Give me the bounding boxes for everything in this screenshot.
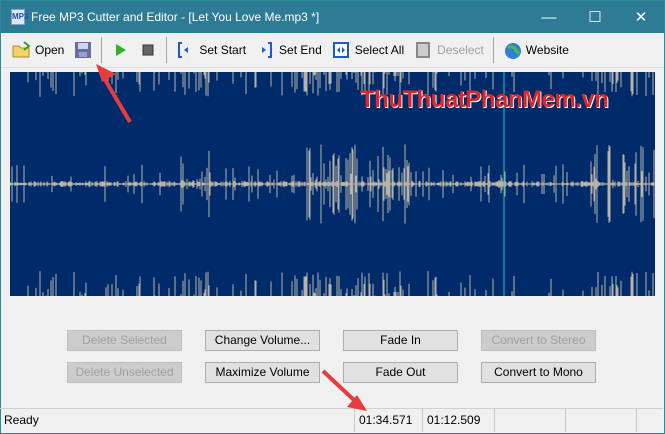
- save-icon: [74, 41, 92, 59]
- window-title: Free MP3 Cutter and Editor - [Let You Lo…: [31, 10, 320, 24]
- fade-in-button[interactable]: Fade In: [343, 330, 458, 351]
- website-button[interactable]: Website: [498, 37, 574, 63]
- app-icon: MP3: [11, 9, 28, 25]
- watermark: ThuThuatPhanMem.vn: [360, 86, 609, 113]
- maximize-volume-button[interactable]: Maximize Volume: [205, 362, 320, 383]
- waveform-view[interactable]: ThuThuatPhanMem.vn: [10, 72, 655, 296]
- toolbar-separator: [166, 37, 168, 63]
- delete-unselected-button[interactable]: Delete Unselected: [67, 362, 182, 383]
- status-length: 01:12.509: [423, 409, 495, 432]
- toolbar-separator: [492, 37, 494, 63]
- deselect-button[interactable]: Deselect: [409, 37, 489, 63]
- status-position: 01:34.571: [355, 409, 423, 432]
- play-button[interactable]: [106, 37, 134, 63]
- toolbar-separator: [101, 37, 103, 63]
- fade-out-button[interactable]: Fade Out: [343, 362, 458, 383]
- select-all-label: Select All: [354, 43, 405, 57]
- minimize-button[interactable]: —: [526, 9, 572, 26]
- set-start-label: Set Start: [199, 43, 247, 57]
- status-text: Ready: [0, 409, 355, 432]
- stop-icon: [139, 41, 157, 59]
- select-all-icon: [332, 41, 350, 59]
- open-button[interactable]: Open: [7, 37, 69, 63]
- globe-icon: [503, 41, 521, 59]
- deselect-icon: [414, 41, 432, 59]
- open-label: Open: [35, 43, 65, 57]
- status-bar: Ready 01:34.571 01:12.509: [0, 408, 663, 432]
- select-all-button[interactable]: Select All: [327, 37, 409, 63]
- website-label: Website: [525, 43, 569, 57]
- toolbar: Open Set Start Set End Select All Desele…: [1, 33, 664, 68]
- convert-to-mono-button[interactable]: Convert to Mono: [481, 362, 596, 383]
- status-cell-empty: [495, 409, 566, 432]
- stop-button[interactable]: [134, 37, 162, 63]
- set-end-button[interactable]: Set End: [251, 37, 327, 63]
- set-start-icon: [176, 41, 194, 59]
- set-end-icon: [256, 41, 274, 59]
- convert-to-stereo-button[interactable]: Convert to Stereo: [481, 330, 596, 351]
- folder-open-icon: [12, 41, 31, 59]
- change-volume-button[interactable]: Change Volume...: [205, 330, 320, 351]
- title-bar: MP3 Free MP3 Cutter and Editor - [Let Yo…: [1, 1, 664, 33]
- set-end-label: Set End: [279, 43, 322, 57]
- set-start-button[interactable]: Set Start: [171, 37, 251, 63]
- delete-selected-button[interactable]: Delete Selected: [67, 330, 182, 351]
- play-icon: [111, 41, 129, 59]
- maximize-button[interactable]: ☐: [572, 8, 618, 26]
- deselect-label: Deselect: [437, 43, 484, 57]
- save-button[interactable]: [69, 37, 97, 63]
- close-button[interactable]: ✕: [618, 8, 664, 26]
- status-cell-empty: [566, 409, 637, 432]
